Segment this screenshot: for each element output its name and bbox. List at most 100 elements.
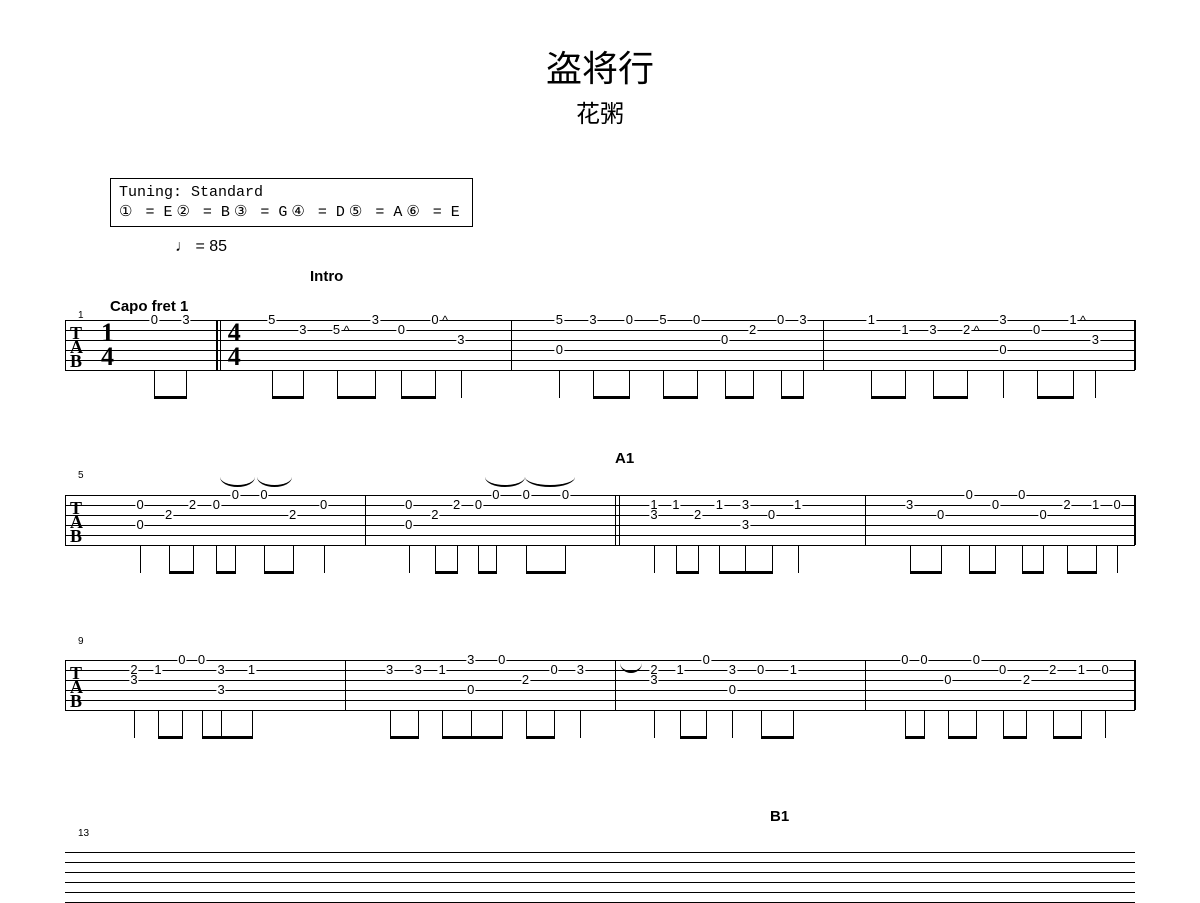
fret-number: 0 [972,655,981,665]
tuning-string: ⑥ = E [406,204,459,221]
fret-number: 3 [649,675,658,685]
fret-number: 0 [728,685,737,695]
tab-clef: TAB [70,326,83,368]
fret-number: 0 [1032,325,1041,335]
technique-marker: ^ [1080,313,1086,327]
fret-number: 0 [936,510,945,520]
fret-number: 5 [267,315,276,325]
tab-staff: TAB00220002000220000131213301300000210 [65,495,1135,545]
time-signature-denominator: 4 [101,342,114,372]
fret-number: 0 [197,655,206,665]
fret-number: 3 [385,665,394,675]
fret-number: 0 [466,685,475,695]
fret-number: 1 [715,500,724,510]
fret-number: 3 [798,315,807,325]
fret-number: 3 [371,315,380,325]
fret-number: 2 [521,675,530,685]
section-b1: B1 [770,808,789,825]
fret-number: 2 [430,510,439,520]
fret-number: 0 [998,665,1007,675]
tuning-string: ⑤ = A [349,204,402,221]
song-title: 盗将行 [0,40,1200,92]
fret-number: 0 [259,490,268,500]
fret-number: 5 [332,325,341,335]
fret-number: 2 [1062,500,1071,510]
fret-number: 0 [1112,500,1121,510]
fret-number: 2 [188,500,197,510]
fret-number: 3 [588,315,597,325]
fret-number: 3 [998,315,1007,325]
fret-number: 3 [1091,335,1100,345]
fret-number: 0 [404,500,413,510]
fret-number: 0 [776,315,785,325]
tie-arc [525,477,575,487]
fret-number: 0 [474,500,483,510]
fret-number: 1 [867,315,876,325]
fret-number: 1 [789,665,798,675]
fret-number: 0 [150,315,159,325]
tuning-string: ④ = D [291,204,344,221]
fret-number: 2 [1022,675,1031,685]
fret-number: 0 [522,490,531,500]
fret-number: 3 [181,315,190,325]
fret-number: 0 [943,675,952,685]
fret-number: 3 [649,510,658,520]
fret-number: 0 [1039,510,1048,520]
tuning-box: Tuning: Standard ① = E② = B③ = G④ = D⑤ =… [110,178,473,227]
fret-number: 1 [437,665,446,675]
tab-clef: TAB [70,666,83,708]
tab-staff: TAB140344535^300^350305002031132^3001^3 [65,320,1135,370]
fret-number: 0 [692,315,701,325]
tie-arc [257,477,292,487]
fret-number: 0 [900,655,909,665]
fret-number: 3 [905,500,914,510]
section-intro: Intro [310,268,343,285]
fret-number: 0 [491,490,500,500]
tab-staff [65,852,1135,902]
fret-number: 1 [671,500,680,510]
fret-number: 5 [658,315,667,325]
fret-number: 0 [998,345,1007,355]
fret-number: 0 [135,520,144,530]
fret-number: 1 [247,665,256,675]
fret-number: 3 [928,325,937,335]
capo-label: Capo fret 1 [110,298,188,315]
fret-number: 3 [216,665,225,675]
fret-number: 1 [1091,500,1100,510]
fret-number: 3 [741,500,750,510]
fret-number: 3 [728,665,737,675]
technique-marker: ^ [344,323,350,337]
fret-number: 2 [164,510,173,520]
fret-number: 0 [397,325,406,335]
fret-number: 0 [919,655,928,665]
fret-number: 3 [298,325,307,335]
fret-number: 1 [153,665,162,675]
tuning-strings: ① = E② = B③ = G④ = D⑤ = A⑥ = E [119,203,464,223]
fret-number: 3 [456,335,465,345]
fret-number: 0 [135,500,144,510]
fret-number: 2 [693,510,702,520]
fret-number: 2 [288,510,297,520]
fret-number: 0 [720,335,729,345]
technique-marker: ^ [974,323,980,337]
fret-number: 2 [452,500,461,510]
fret-number: 0 [231,490,240,500]
fret-number: 0 [430,315,439,325]
bar-number: 13 [78,828,89,839]
bar-number: 9 [78,636,84,647]
fret-number: 0 [756,665,765,675]
fret-number: 0 [702,655,711,665]
fret-number: 1 [1068,315,1077,325]
fret-number: 3 [414,665,423,675]
tie-arc [620,663,642,673]
fret-number: 0 [319,500,328,510]
fret-number: 0 [561,490,570,500]
tie-arc [485,477,525,487]
tuning-string: ② = B [176,204,229,221]
fret-number: 1 [900,325,909,335]
tie-arc [220,477,255,487]
fret-number: 2 [748,325,757,335]
fret-number: 0 [625,315,634,325]
fret-number: 3 [129,675,138,685]
tempo-note-icon: ♩ [175,238,191,255]
